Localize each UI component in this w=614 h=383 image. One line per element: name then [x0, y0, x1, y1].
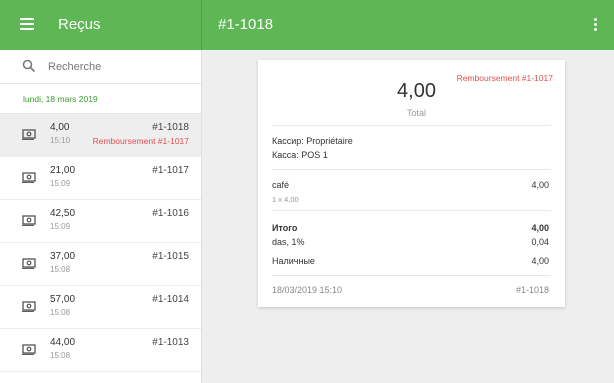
search-icon[interactable] [22, 59, 36, 73]
payment-value: 4,00 [531, 256, 549, 266]
subtotal-value: 4,00 [531, 223, 549, 233]
receipt-list-item[interactable]: 57,00 15:08 #1-1014 [0, 286, 201, 329]
receipt-amount: 42,50 [50, 208, 76, 219]
receipt-number: #1-1018 [515, 285, 549, 295]
receipt-amount: 44,00 [50, 337, 76, 348]
receipt-time: 15:08 [50, 265, 71, 274]
divider [272, 210, 551, 211]
subtotal-label: Итого [272, 223, 298, 233]
line-item-amount: 4,00 [531, 180, 549, 190]
search-input[interactable] [48, 56, 188, 78]
payment-label: Наличные [272, 256, 315, 266]
total-label: Total [406, 108, 426, 118]
receipt-list-item[interactable]: 37,00 15:08 #1-1015 [0, 243, 201, 286]
line-item-name: café [272, 180, 290, 190]
line-item-quantity: 1 x 4,00 [272, 195, 299, 204]
date-header: lundi, 18 mars 2019 [0, 84, 201, 114]
receipt-time: 15:08 [50, 308, 71, 317]
receipt-list-item[interactable]: 42,50 15:09 #1-1016 [0, 200, 201, 243]
receipt-time: 15:09 [50, 179, 71, 188]
top-app-bar: Reçus #1-1018 [0, 0, 614, 50]
app-title: Reçus [58, 16, 101, 33]
cash-icon [22, 215, 36, 226]
receipt-amount: 57,00 [50, 294, 76, 305]
receipt-title: #1-1018 [218, 16, 274, 33]
receipt-list-item[interactable]: 21,00 15:09 #1-1017 [0, 157, 201, 200]
top-bar-left: Reçus [0, 0, 202, 50]
receipt-card: Remboursement #1-1017 4,00 Total Кассир:… [258, 60, 565, 307]
cash-icon [22, 258, 36, 269]
pos-text: Касса: POS 1 [272, 150, 328, 160]
tax-label: das, 1% [272, 237, 305, 247]
total-amount: 4,00 [397, 80, 436, 102]
cash-icon [22, 172, 36, 183]
receipt-time: 15:10 [50, 136, 71, 145]
receipts-sidebar: lundi, 18 mars 2019 4,00 15:10 #1-1018 Remb… [0, 50, 202, 383]
divider [272, 169, 551, 170]
tax-value: 0,04 [531, 237, 549, 247]
search-bar [0, 50, 201, 84]
receipt-list-item[interactable]: 44,00 15:08 #1-1013 [0, 329, 201, 372]
cashier-text: Кассир: Propriétaire [272, 136, 353, 146]
receipt-number: #1-1018 [152, 122, 189, 133]
receipt-amount: 37,00 [50, 251, 76, 262]
cash-icon [22, 301, 36, 312]
receipt-time: 15:08 [50, 351, 71, 360]
receipt-amount: 21,00 [50, 165, 76, 176]
receipt-list: 4,00 15:10 #1-1018 Remboursement #1-1017 21,… [0, 114, 201, 372]
receipt-number: #1-1013 [152, 337, 189, 348]
receipt-datetime: 18/03/2019 15:10 [272, 285, 343, 295]
hamburger-menu-icon[interactable] [20, 18, 34, 30]
receipt-time: 15:09 [50, 222, 71, 231]
receipt-number: #1-1015 [152, 251, 189, 262]
receipt-number: #1-1014 [152, 294, 189, 305]
refund-note: Remboursement #1-1017 [92, 136, 189, 146]
receipt-list-item[interactable]: 4,00 15:10 #1-1018 Remboursement #1-1017 [0, 114, 201, 157]
more-vert-icon[interactable] [594, 18, 598, 32]
divider [272, 125, 551, 126]
receipt-amount: 4,00 [50, 122, 70, 133]
cash-icon [22, 129, 36, 140]
divider [272, 275, 551, 276]
receipt-number: #1-1016 [152, 208, 189, 219]
receipt-number: #1-1017 [152, 165, 189, 176]
cash-icon [22, 344, 36, 355]
